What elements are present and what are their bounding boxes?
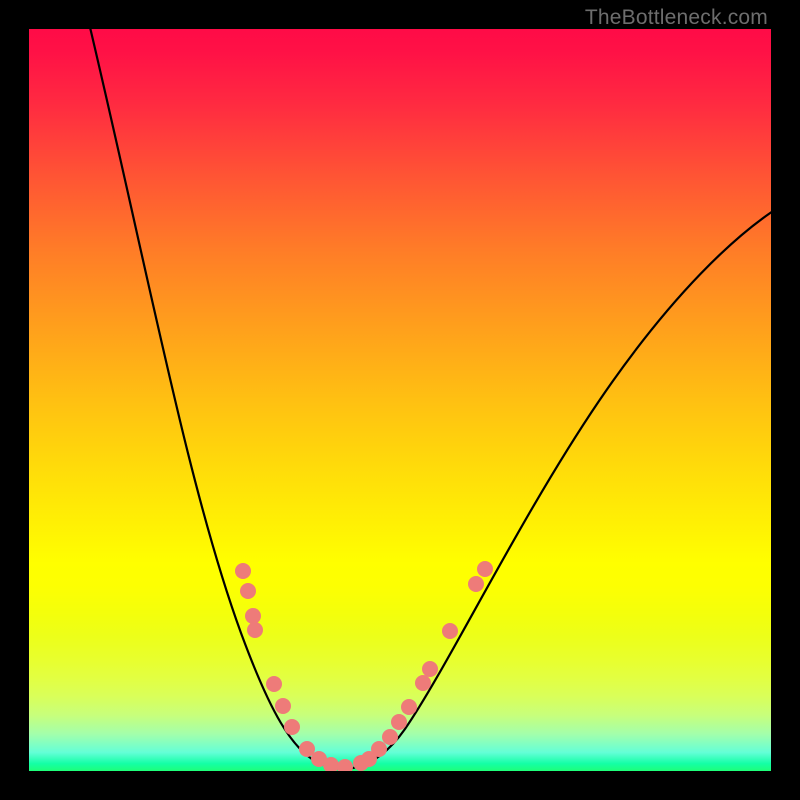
marker-dot bbox=[245, 608, 261, 624]
marker-dot bbox=[468, 576, 484, 592]
plot-area bbox=[29, 29, 771, 771]
bottleneck-curve bbox=[89, 29, 771, 769]
marker-dot bbox=[337, 759, 353, 771]
marker-dot bbox=[415, 675, 431, 691]
marker-dot bbox=[422, 661, 438, 677]
marker-dot bbox=[442, 623, 458, 639]
marker-dot bbox=[477, 561, 493, 577]
marker-dot bbox=[371, 741, 387, 757]
marker-dot bbox=[247, 622, 263, 638]
marker-dot bbox=[240, 583, 256, 599]
marker-dot bbox=[275, 698, 291, 714]
marker-dot bbox=[382, 729, 398, 745]
marker-dot bbox=[266, 676, 282, 692]
chart-frame: TheBottleneck.com bbox=[0, 0, 800, 800]
marker-dot bbox=[401, 699, 417, 715]
marker-dot bbox=[391, 714, 407, 730]
watermark-text: TheBottleneck.com bbox=[585, 6, 768, 30]
marker-dot bbox=[284, 719, 300, 735]
marker-dot bbox=[235, 563, 251, 579]
marker-group bbox=[235, 561, 493, 771]
chart-overlay bbox=[29, 29, 771, 771]
